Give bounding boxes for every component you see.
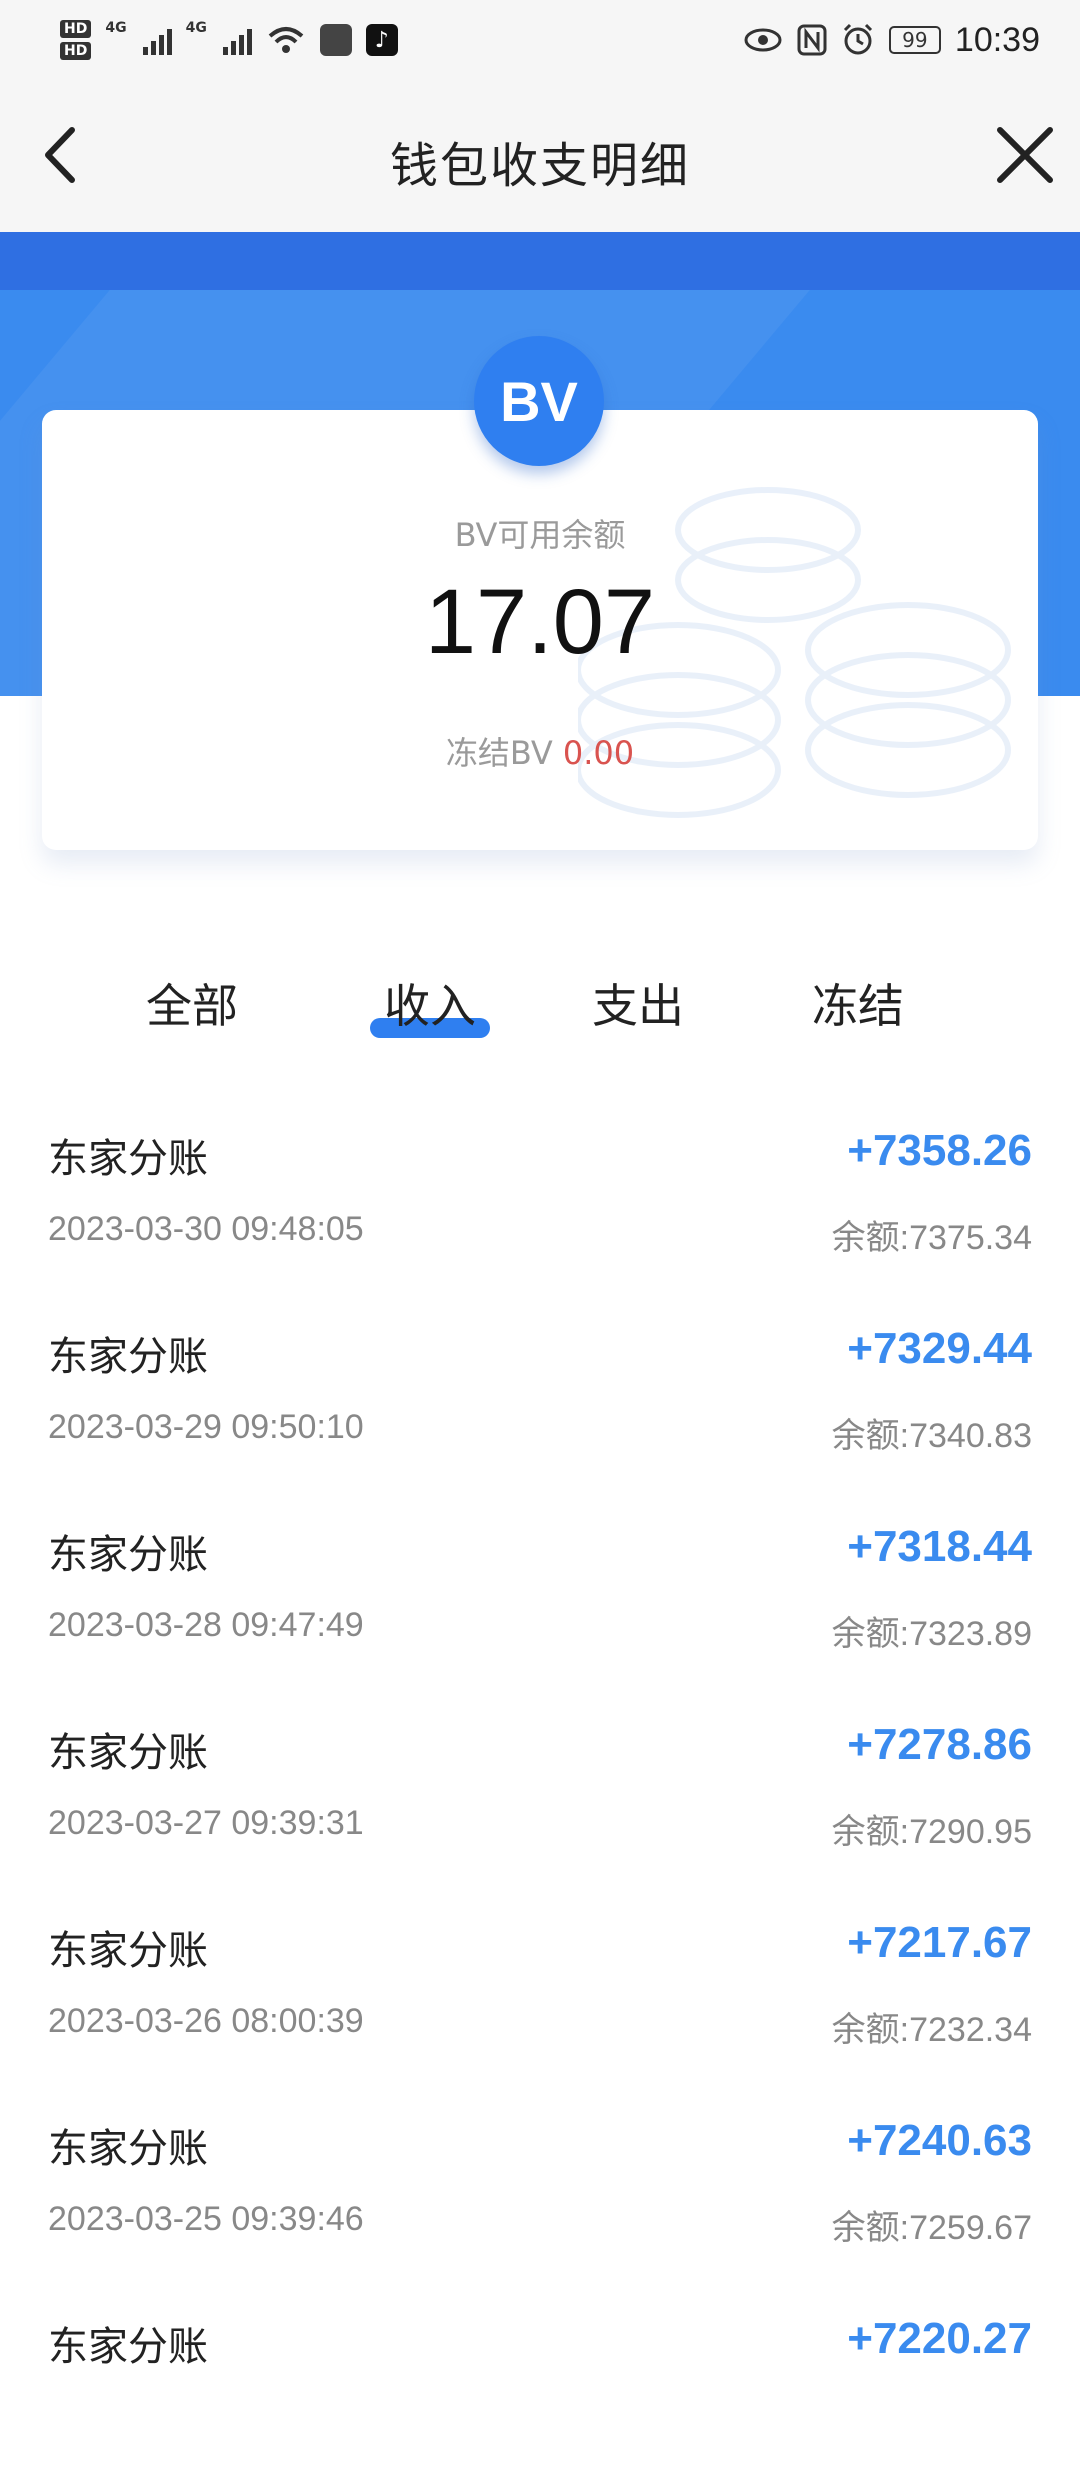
status-bar: HD HD 4G 4G ♪ 99 10:39 [0, 0, 1080, 80]
wifi-icon [268, 27, 304, 53]
nav-header: 钱包收支明细 [0, 80, 1080, 232]
hd1-badge: HD [60, 20, 92, 38]
tab-income[interactable]: 收入 [330, 970, 530, 1036]
tx-time: 2023-03-25 09:39:46 [48, 2200, 364, 2238]
transaction-list: 东家分账 +7358.26 2023-03-30 09:48:05 余额:737… [0, 1100, 1080, 2486]
tx-balance: 余额:7290.95 [831, 1813, 1032, 1851]
tx-amount: +7220.27 [847, 2314, 1032, 2363]
tx-title: 东家分账 [48, 2126, 208, 2172]
signal-2-icon [222, 25, 252, 55]
hd-indicators: HD HD [60, 20, 92, 60]
tx-title: 东家分账 [48, 1532, 208, 1578]
status-right: 99 10:39 [743, 21, 1040, 60]
tx-balance: 余额:7259.67 [831, 2209, 1032, 2247]
tab-all[interactable]: 全部 [92, 970, 292, 1036]
page-title: 钱包收支明细 [389, 138, 690, 194]
tx-title: 东家分账 [48, 1928, 208, 1974]
signal-1-icon [142, 25, 172, 55]
tx-time: 2023-03-29 09:50:10 [48, 1408, 364, 1446]
hd2-badge: HD [60, 42, 92, 60]
net1-label: 4G [105, 20, 127, 36]
huawei-app-icon [319, 24, 352, 56]
battery-icon: 99 [888, 26, 941, 54]
close-button[interactable] [990, 120, 1060, 190]
tx-amount: +7240.63 [847, 2116, 1032, 2165]
tx-title: 东家分账 [48, 1730, 208, 1776]
tx-time: 2023-03-30 09:48:05 [48, 1210, 364, 1248]
filter-tabs: 全部 收入 支出 冻结 [0, 960, 1080, 1050]
list-item[interactable]: 东家分账 +7329.44 2023-03-29 09:50:10 余额:734… [0, 1298, 1080, 1496]
banner-stripe [0, 232, 1080, 290]
tx-amount: +7278.86 [847, 1720, 1032, 1769]
tx-balance: 余额:7375.34 [831, 1219, 1032, 1257]
frozen-value: 0.00 [562, 734, 635, 772]
tx-amount: +7358.26 [847, 1126, 1032, 1175]
balance-label: BV可用余额 [454, 516, 626, 554]
tx-balance: 余额:7340.83 [831, 1417, 1032, 1455]
alarm-icon [843, 23, 872, 55]
status-left: HD HD 4G 4G ♪ [60, 20, 398, 60]
nfc-icon [797, 24, 827, 56]
tab-frozen[interactable]: 冻结 [758, 970, 958, 1036]
list-item[interactable]: 东家分账 +7240.63 2023-03-25 09:39:46 余额:725… [0, 2090, 1080, 2288]
list-item[interactable]: 东家分账 +7278.86 2023-03-27 09:39:31 余额:729… [0, 1694, 1080, 1892]
tiktok-icon: ♪ [365, 24, 398, 56]
net2-label: 4G [185, 20, 207, 36]
list-item[interactable]: 东家分账 +7220.27 [0, 2288, 1080, 2486]
tab-expense[interactable]: 支出 [538, 970, 738, 1036]
list-item[interactable]: 东家分账 +7358.26 2023-03-30 09:48:05 余额:737… [0, 1100, 1080, 1298]
tx-amount: +7329.44 [847, 1324, 1032, 1373]
tx-amount: +7318.44 [847, 1522, 1032, 1571]
list-item[interactable]: 东家分账 +7217.67 2023-03-26 08:00:39 余额:723… [0, 1892, 1080, 2090]
eye-icon [744, 28, 782, 52]
balance-amount: 17.07 [424, 571, 656, 673]
bv-logo-icon: BV [474, 336, 604, 466]
tx-time: 2023-03-28 09:47:49 [48, 1606, 364, 1644]
frozen-label: 冻结BV [445, 734, 553, 772]
tx-amount: +7217.67 [847, 1918, 1032, 1967]
tx-balance: 余额:7232.34 [831, 2011, 1032, 2049]
clock: 10:39 [954, 20, 1040, 59]
tx-time: 2023-03-26 08:00:39 [48, 2002, 364, 2040]
frozen-balance: 冻结BV 0.00 [42, 728, 1038, 774]
tx-title: 东家分账 [48, 1136, 208, 1182]
list-item[interactable]: 东家分账 +7318.44 2023-03-28 09:47:49 余额:732… [0, 1496, 1080, 1694]
tx-title: 东家分账 [48, 2324, 208, 2370]
balance-card: BV可用余额 17.07 冻结BV 0.00 [42, 410, 1038, 850]
tx-time: 2023-03-27 09:39:31 [48, 1804, 364, 1842]
tx-title: 东家分账 [48, 1334, 208, 1380]
tx-balance: 余额:7323.89 [831, 1615, 1032, 1653]
